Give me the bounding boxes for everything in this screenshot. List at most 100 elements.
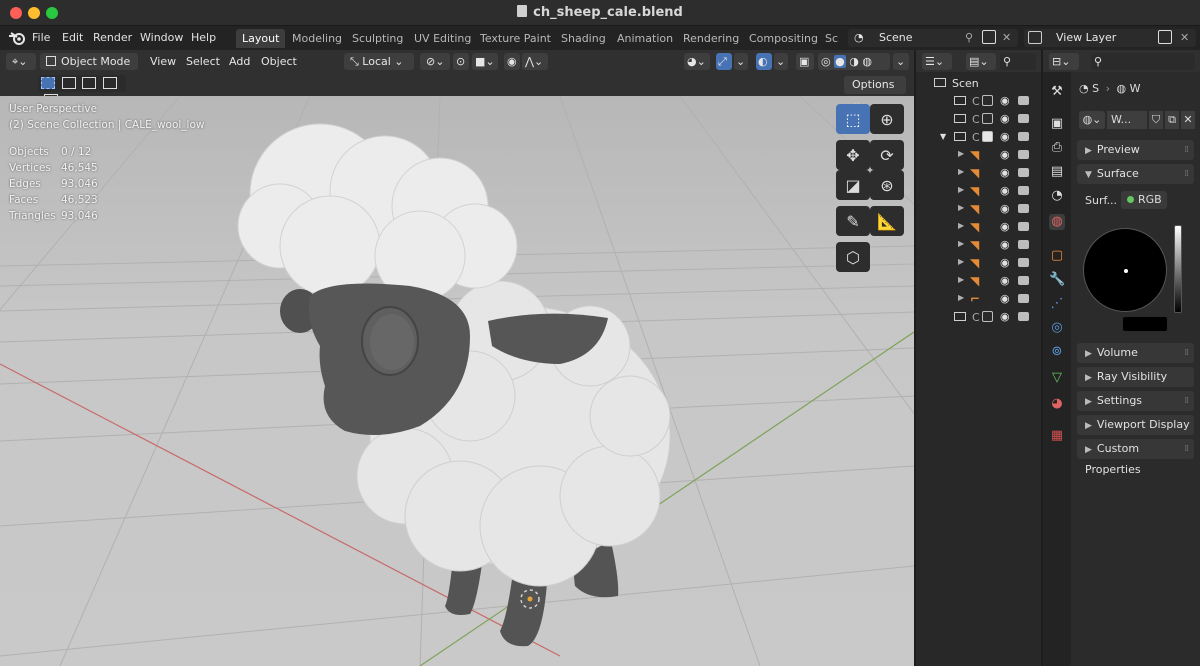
drag-grip-icon[interactable]: ⁞⁞ (1184, 343, 1189, 363)
eye-icon[interactable]: ◉ (1000, 220, 1010, 233)
add-cube-tool-icon[interactable]: ⬡ (836, 242, 870, 272)
expand-arrow-icon[interactable]: ▶ (958, 275, 964, 284)
shading-mode-group[interactable]: ◎ ● ◑ ◍ (818, 53, 890, 70)
menu-object[interactable]: Object (261, 53, 297, 70)
expand-arrow-icon[interactable]: ▶ (958, 167, 964, 176)
menu-help[interactable]: Help (191, 30, 216, 46)
exclude-checkbox[interactable] (982, 113, 993, 124)
tab-sculpting[interactable]: Sculpting (346, 29, 409, 48)
rendered-shading-icon[interactable]: ◍ (862, 55, 872, 68)
outliner-row-scene-collection[interactable]: Scen (916, 74, 1041, 92)
drag-grip-icon[interactable]: ⁞⁞ (1184, 140, 1189, 160)
camera-icon[interactable] (1018, 258, 1029, 267)
gizmo-toggle-icon[interactable]: ⤢ (716, 53, 732, 70)
scale-tool-icon[interactable]: ◪ (836, 170, 870, 200)
selection-mode-group[interactable] (38, 75, 126, 106)
outliner-row-collection[interactable]: C ◉ (916, 92, 1041, 110)
overlays-menu-icon[interactable]: ⌄ (774, 53, 788, 70)
material-tab-icon[interactable]: ◕ (1049, 396, 1065, 412)
texture-tab-icon[interactable]: ▦ (1049, 428, 1065, 444)
cursor-tool-icon[interactable]: ⊕ (870, 104, 904, 134)
outliner-row-object[interactable]: ▶ ◥ ◉ (916, 254, 1041, 272)
value-slider[interactable] (1174, 225, 1182, 313)
3d-viewport[interactable]: User Perspective (2) Scene Collection | … (0, 96, 914, 666)
expand-arrow-icon[interactable]: ▶ (958, 185, 964, 194)
camera-icon[interactable] (1018, 276, 1029, 285)
outliner-row-object[interactable]: ▶ ◥ ◉ (916, 182, 1041, 200)
camera-icon[interactable] (1018, 240, 1029, 249)
object-tab-icon[interactable]: ▢ (1049, 248, 1065, 264)
pivot-point-icon[interactable]: ⊘⌄ (420, 53, 450, 70)
new-world-icon[interactable]: ⧉ (1165, 111, 1179, 129)
properties-search-icon[interactable]: ⚲ (1091, 53, 1195, 70)
panel-volume[interactable]: ▶ Volume ⁞⁞ (1077, 343, 1194, 363)
wireframe-shading-icon[interactable]: ◎ (821, 55, 831, 68)
overlays-toggle-icon[interactable]: ◐ (756, 53, 772, 70)
exclude-checkbox[interactable] (982, 311, 993, 322)
camera-icon[interactable] (1018, 114, 1029, 123)
eye-icon[interactable]: ◉ (1000, 202, 1010, 215)
outliner-row-collection[interactable]: C ◉ (916, 308, 1041, 326)
select-box-tool-icon[interactable]: ⬚ (836, 104, 870, 134)
select-extend-icon[interactable] (61, 77, 76, 89)
world-name-field[interactable]: W... (1107, 111, 1147, 129)
world-tab-icon[interactable]: ◍ (1049, 214, 1065, 230)
properties-editor-type-icon[interactable]: ⊟⌄ (1049, 53, 1079, 70)
editor-type-icon[interactable]: ⌖⌄ (6, 53, 36, 70)
tab-compositing[interactable]: Compositing (743, 29, 824, 48)
outliner-editor-type-icon[interactable]: ☰⌄ (922, 53, 952, 70)
surface-node-selector[interactable]: RGB (1121, 191, 1167, 209)
data-tab-icon[interactable]: ▽ (1049, 370, 1065, 386)
mode-selector[interactable]: Object Mode ⌄ (40, 53, 138, 85)
menu-file[interactable]: File (32, 30, 50, 46)
camera-icon[interactable] (1018, 204, 1029, 213)
panel-viewport-display[interactable]: ▶ Viewport Display (1077, 415, 1194, 435)
camera-icon[interactable] (1018, 150, 1029, 159)
camera-icon[interactable] (1018, 96, 1029, 105)
solid-shading-icon[interactable]: ● (834, 55, 846, 68)
tool-tab-icon[interactable]: ⚒ (1049, 84, 1065, 100)
select-new-icon[interactable] (41, 77, 55, 89)
eye-icon[interactable]: ◉ (1000, 238, 1010, 251)
measure-tool-icon[interactable]: 📐 (870, 206, 904, 236)
tab-modeling[interactable]: Modeling (286, 29, 348, 48)
tab-uv-editing[interactable]: UV Editing (408, 29, 477, 48)
transform-tool-icon[interactable]: ⊛ (870, 170, 904, 200)
annotate-tool-icon[interactable]: ✎ (836, 206, 870, 236)
constraints-tab-icon[interactable]: ⊚ (1049, 344, 1065, 360)
view-layer-selector[interactable]: View Layer ✕ (1024, 29, 1196, 47)
expand-arrow-icon[interactable]: ▶ (958, 221, 964, 230)
color-wheel[interactable] (1083, 228, 1167, 312)
outliner-row-object[interactable]: ▶ ◥ ◉ (916, 200, 1041, 218)
world-datablock-selector[interactable]: ◍⌄ W... ⛉ ⧉ ✕ (1079, 110, 1196, 130)
pin-icon[interactable]: ⚲ (965, 29, 973, 47)
tab-shading[interactable]: Shading (555, 29, 612, 48)
eye-icon[interactable]: ◉ (1000, 130, 1010, 143)
menu-select[interactable]: Select (186, 53, 220, 70)
outliner-row-object[interactable]: ▶ ◥ ◉ (916, 218, 1041, 236)
outliner-row-object[interactable]: ▶ ◥ ◉ (916, 236, 1041, 254)
expand-arrow-icon[interactable]: ▶ (958, 239, 964, 248)
options-dropdown[interactable]: Options ⌄ (844, 76, 906, 109)
camera-icon[interactable] (1018, 186, 1029, 195)
falloff-icon[interactable]: ⋀⌄ (522, 53, 548, 70)
menu-render[interactable]: Render (93, 30, 132, 46)
eye-icon[interactable]: ◉ (1000, 94, 1010, 107)
fake-user-shield-icon[interactable]: ⛉ (1149, 111, 1163, 129)
tab-texture-paint[interactable]: Texture Paint (474, 29, 557, 48)
material-shading-icon[interactable]: ◑ (849, 55, 859, 68)
eye-icon[interactable]: ◉ (1000, 112, 1010, 125)
camera-icon[interactable] (1018, 222, 1029, 231)
tab-animation[interactable]: Animation (611, 29, 679, 48)
world-browse-icon[interactable]: ◍⌄ (1079, 111, 1105, 129)
output-tab-icon[interactable]: ⎙ (1049, 140, 1065, 156)
camera-icon[interactable] (1018, 312, 1029, 321)
exclude-checkbox[interactable] (982, 95, 993, 106)
eye-icon[interactable]: ◉ (1000, 292, 1010, 305)
tab-rendering[interactable]: Rendering (677, 29, 745, 48)
eye-icon[interactable]: ◉ (1000, 166, 1010, 179)
menu-add[interactable]: Add (229, 53, 250, 70)
panel-preview[interactable]: ▶ Preview ⁞⁞ (1077, 140, 1194, 160)
delete-view-layer-icon[interactable]: ✕ (1180, 29, 1189, 47)
panel-settings[interactable]: ▶ Settings ⁞⁞ (1077, 391, 1194, 411)
